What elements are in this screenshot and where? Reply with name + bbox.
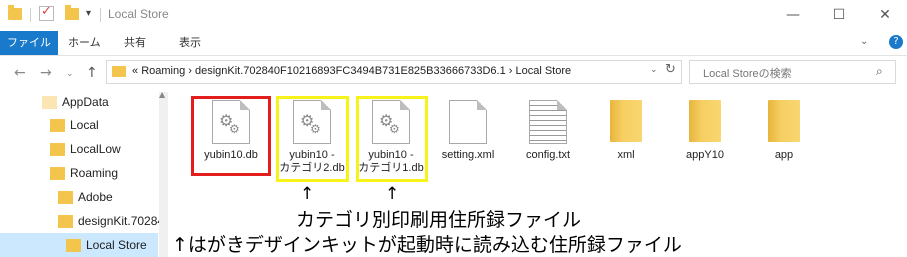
- tab-file[interactable]: ファイル: [0, 31, 58, 55]
- folder-icon: [42, 96, 57, 109]
- folder-name: appY10: [686, 149, 724, 161]
- minimize-button[interactable]: —: [770, 3, 816, 29]
- text-file-icon: [529, 100, 567, 144]
- file-name: setting.xml: [441, 149, 495, 161]
- nav-item-designkit[interactable]: designKit.70284: [58, 210, 164, 232]
- highlight-red-box: [191, 96, 271, 176]
- folder-item[interactable]: appY10: [669, 100, 741, 170]
- nav-scrollbar[interactable]: [159, 92, 168, 257]
- nav-item-locallow[interactable]: LocalLow: [50, 138, 121, 160]
- search-icon[interactable]: ⌕: [876, 64, 883, 79]
- nav-item-roaming[interactable]: Roaming: [50, 162, 118, 184]
- separator: [30, 8, 31, 22]
- folder-icon: [50, 143, 65, 156]
- highlight-yellow-box: [276, 96, 349, 182]
- folder-icon: [50, 119, 65, 132]
- forward-icon[interactable]: →: [40, 65, 52, 81]
- folder-icon: [768, 100, 800, 142]
- nav-item-adobe[interactable]: Adobe: [58, 186, 113, 208]
- address-dropdown-icon[interactable]: ⌄: [650, 65, 658, 75]
- close-button[interactable]: ✕: [862, 3, 907, 29]
- window-title: Local Store: [108, 7, 169, 21]
- refresh-icon[interactable]: ↻: [665, 62, 676, 77]
- folder-icon: [58, 191, 73, 204]
- folder-name: xml: [617, 149, 635, 161]
- tab-share[interactable]: 共有: [124, 31, 146, 55]
- up-icon[interactable]: ↑: [86, 65, 98, 81]
- annotation-category-files: カテゴリ別印刷用住所録ファイル: [296, 209, 582, 231]
- file-item[interactable]: config.txt: [512, 100, 584, 170]
- arrow-up-icon: ↑: [300, 184, 315, 204]
- folder-item[interactable]: app: [748, 100, 820, 170]
- maximize-button[interactable]: ☐: [816, 3, 862, 29]
- help-icon[interactable]: ?: [889, 35, 903, 49]
- folder-icon: [66, 239, 81, 252]
- new-folder-icon[interactable]: [65, 5, 79, 20]
- folder-icon: [689, 100, 721, 142]
- address-path[interactable]: « Roaming › designKit.702840F10216893FC3…: [132, 65, 571, 77]
- properties-icon[interactable]: [39, 4, 54, 21]
- folder-icon: [112, 66, 126, 77]
- folder-icon: [50, 167, 65, 180]
- xml-file-icon: [449, 100, 487, 144]
- nav-item-local-store[interactable]: Local Store: [66, 234, 147, 256]
- nav-item-appdata[interactable]: AppData: [42, 91, 109, 113]
- annotation-startup-file: ↑はがきデザインキットが起動時に読み込む住所録ファイル: [172, 234, 682, 256]
- folder-name: app: [774, 149, 794, 161]
- highlight-yellow-box: [356, 96, 428, 182]
- folder-icon: [610, 100, 642, 142]
- folder-icon: [58, 215, 73, 228]
- back-icon[interactable]: ←: [14, 65, 26, 81]
- scroll-up-icon[interactable]: ▲: [159, 90, 165, 99]
- folder-icon: [8, 5, 22, 20]
- separator: [100, 8, 101, 22]
- search-placeholder: Local Storeの検索: [703, 68, 792, 80]
- recent-locations-icon[interactable]: ⌄: [66, 69, 74, 79]
- file-name: config.txt: [525, 149, 571, 161]
- arrow-up-icon: ↑: [385, 184, 400, 204]
- nav-item-local[interactable]: Local: [50, 114, 99, 136]
- file-item[interactable]: setting.xml: [432, 100, 504, 170]
- tab-view[interactable]: 表示: [179, 31, 201, 55]
- folder-item[interactable]: xml: [590, 100, 662, 170]
- tab-home[interactable]: ホーム: [68, 31, 101, 55]
- chevron-down-icon[interactable]: ▾: [86, 8, 91, 19]
- expand-ribbon-icon[interactable]: ⌄: [860, 36, 868, 47]
